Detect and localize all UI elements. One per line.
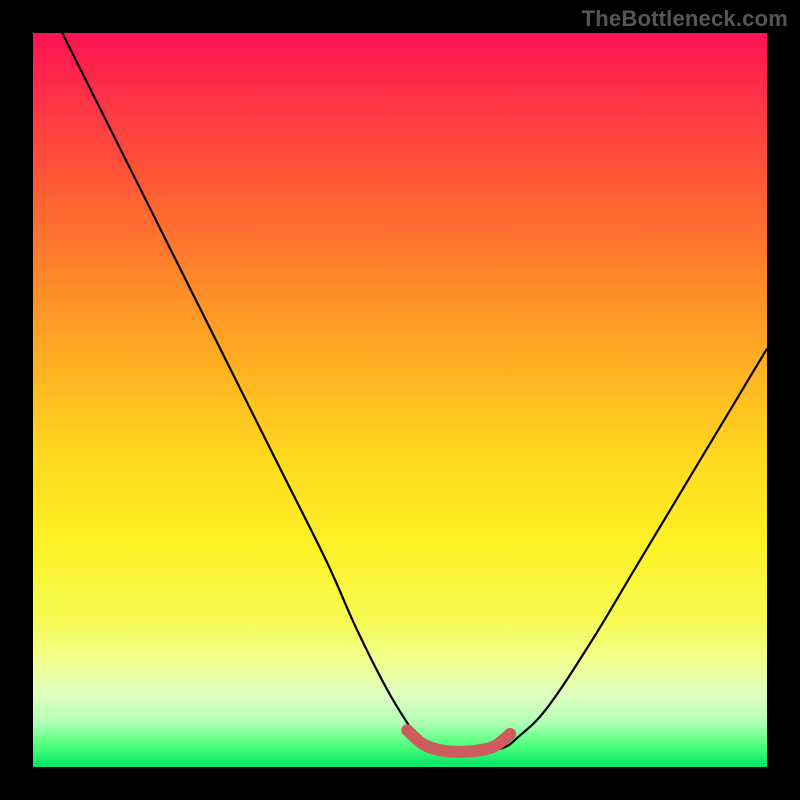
optimal-band-endpoint-right bbox=[504, 728, 516, 740]
attribution-watermark: TheBottleneck.com bbox=[582, 6, 788, 32]
plot-area bbox=[33, 33, 767, 767]
optimal-band-endpoint-left bbox=[401, 724, 413, 736]
chart-frame: TheBottleneck.com bbox=[0, 0, 800, 800]
optimal-band bbox=[407, 730, 510, 752]
bottleneck-curve bbox=[62, 33, 767, 751]
chart-svg bbox=[33, 33, 767, 767]
